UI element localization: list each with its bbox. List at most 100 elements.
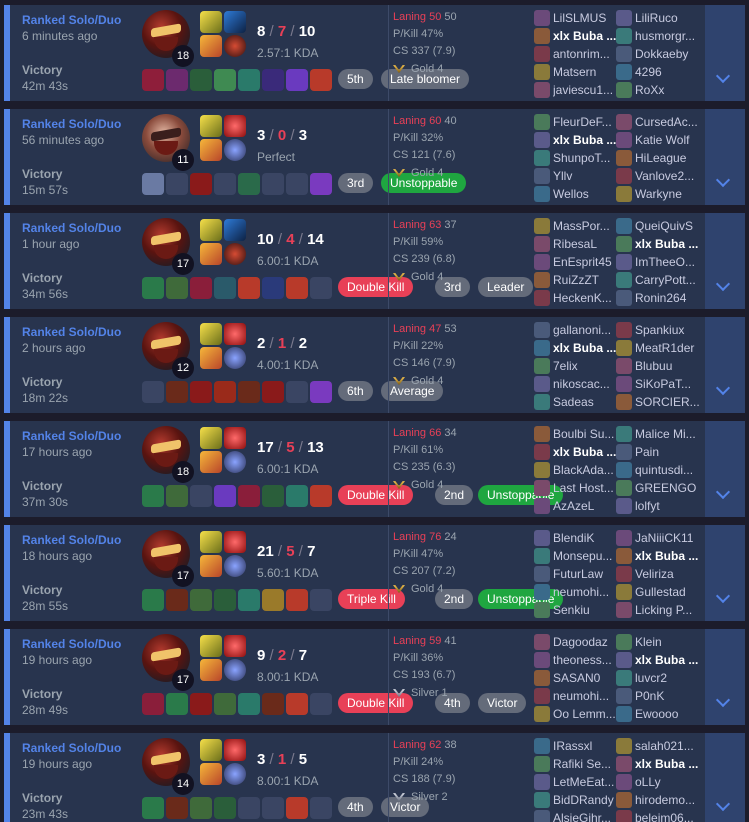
summoner-spell-icon[interactable] xyxy=(200,35,222,57)
item-icon[interactable] xyxy=(166,797,188,819)
participant[interactable]: Gullestad xyxy=(616,584,704,600)
participant[interactable]: Yllv xyxy=(534,168,622,184)
item-icon[interactable] xyxy=(214,173,236,195)
rune-icon[interactable] xyxy=(224,555,246,577)
expand-button[interactable] xyxy=(705,213,745,309)
item-icon[interactable] xyxy=(238,693,260,715)
participant[interactable]: xlx Buba ... xyxy=(534,444,622,460)
item-icon[interactable] xyxy=(166,69,188,91)
participant[interactable]: gallanoni... xyxy=(534,322,622,338)
item-icon[interactable] xyxy=(262,797,284,819)
trinket-icon[interactable] xyxy=(286,693,308,715)
summoner-spell-icon[interactable] xyxy=(200,139,222,161)
item-icon[interactable] xyxy=(190,589,212,611)
match-card[interactable]: Ranked Solo/Duo 19 hours ago Victory 28m… xyxy=(4,629,745,725)
rune-icon[interactable] xyxy=(224,763,246,785)
item-icon[interactable] xyxy=(214,693,236,715)
item-icon[interactable] xyxy=(262,485,284,507)
participant[interactable]: Rafiki Se... xyxy=(534,756,622,772)
item-icon[interactable] xyxy=(310,589,332,611)
participant[interactable]: CarryPott... xyxy=(616,272,704,288)
item-icon[interactable] xyxy=(262,381,284,403)
participant[interactable]: BidDRandy xyxy=(534,792,622,808)
summoner-spell-icon[interactable] xyxy=(200,219,222,241)
item-icon[interactable] xyxy=(238,277,260,299)
participant[interactable]: BlackAda... xyxy=(534,462,622,478)
participant[interactable]: FuturLaw xyxy=(534,566,622,582)
item-icon[interactable] xyxy=(214,277,236,299)
participant[interactable]: SORCIER... xyxy=(616,394,704,410)
item-icon[interactable] xyxy=(238,381,260,403)
participant[interactable]: lolfyt xyxy=(616,498,704,514)
participant[interactable]: SiKoPaT... xyxy=(616,376,704,392)
item-icon[interactable] xyxy=(310,277,332,299)
item-icon[interactable] xyxy=(310,381,332,403)
item-icon[interactable] xyxy=(190,693,212,715)
participant[interactable]: xlx Buba ... xyxy=(616,652,704,668)
participant[interactable]: Sadeas xyxy=(534,394,622,410)
summoner-spell-icon[interactable] xyxy=(224,323,246,345)
item-icon[interactable] xyxy=(190,485,212,507)
item-icon[interactable] xyxy=(166,589,188,611)
participant[interactable]: ImTheeO... xyxy=(616,254,704,270)
item-icon[interactable] xyxy=(310,173,332,195)
participant[interactable]: Last Host... xyxy=(534,480,622,496)
participant[interactable]: HiLeague xyxy=(616,150,704,166)
item-icon[interactable] xyxy=(262,589,284,611)
participant[interactable]: Senkiu xyxy=(534,602,622,618)
participant[interactable]: Warkyne xyxy=(616,186,704,202)
participant[interactable]: xlx Buba ... xyxy=(534,132,622,148)
participant[interactable]: LilSLMUS xyxy=(534,10,622,26)
summoner-spell-icon[interactable] xyxy=(200,635,222,657)
summoner-spell-icon[interactable] xyxy=(200,531,222,553)
participant[interactable]: ShunpoT... xyxy=(534,150,622,166)
participant[interactable]: Matsern xyxy=(534,64,622,80)
item-icon[interactable] xyxy=(214,69,236,91)
participant[interactable]: Ronin264 xyxy=(616,290,704,306)
trinket-icon[interactable] xyxy=(286,69,308,91)
item-icon[interactable] xyxy=(166,173,188,195)
participant[interactable]: BlendiK xyxy=(534,530,622,546)
participant[interactable]: Ewoooo xyxy=(616,706,704,722)
item-icon[interactable] xyxy=(214,485,236,507)
participant[interactable]: Wellos xyxy=(534,186,622,202)
item-icon[interactable] xyxy=(142,589,164,611)
participant[interactable]: Licking P... xyxy=(616,602,704,618)
summoner-spell-icon[interactable] xyxy=(224,739,246,761)
participant[interactable]: AzAzeL xyxy=(534,498,622,514)
participant[interactable]: xlx Buba ... xyxy=(534,340,622,356)
expand-button[interactable] xyxy=(705,109,745,205)
item-icon[interactable] xyxy=(214,797,236,819)
expand-button[interactable] xyxy=(705,317,745,413)
expand-button[interactable] xyxy=(705,5,745,101)
participant[interactable]: javiescu1... xyxy=(534,82,622,98)
participant[interactable]: luvcr2 xyxy=(616,670,704,686)
participant[interactable]: xlx Buba ... xyxy=(616,548,704,564)
participant[interactable]: QueiQuivS xyxy=(616,218,704,234)
summoner-spell-icon[interactable] xyxy=(224,635,246,657)
participant[interactable]: nikoscac... xyxy=(534,376,622,392)
summoner-spell-icon[interactable] xyxy=(224,427,246,449)
participant[interactable]: quintusdi... xyxy=(616,462,704,478)
item-icon[interactable] xyxy=(142,485,164,507)
item-icon[interactable] xyxy=(166,485,188,507)
participant[interactable]: Pain xyxy=(616,444,704,460)
summoner-spell-icon[interactable] xyxy=(200,243,222,265)
match-card[interactable]: Ranked Solo/Duo 2 hours ago Victory 18m … xyxy=(4,317,745,413)
trinket-icon[interactable] xyxy=(286,797,308,819)
participant[interactable]: FleurDeF... xyxy=(534,114,622,130)
participant[interactable]: JaNiiiCK11 xyxy=(616,530,704,546)
summoner-spell-icon[interactable] xyxy=(200,11,222,33)
item-icon[interactable] xyxy=(262,173,284,195)
participant[interactable]: Monsepu... xyxy=(534,548,622,564)
participant[interactable]: 7elix xyxy=(534,358,622,374)
participant[interactable]: beleim06... xyxy=(616,810,704,822)
participant[interactable]: oLLy xyxy=(616,774,704,790)
item-icon[interactable] xyxy=(166,381,188,403)
participant[interactable]: xlx Buba ... xyxy=(616,236,704,252)
match-card[interactable]: Ranked Solo/Duo 6 minutes ago Victory 42… xyxy=(4,5,745,101)
participant[interactable]: neumohi... xyxy=(534,584,622,600)
item-icon[interactable] xyxy=(190,797,212,819)
rune-icon[interactable] xyxy=(224,347,246,369)
expand-button[interactable] xyxy=(705,733,745,822)
